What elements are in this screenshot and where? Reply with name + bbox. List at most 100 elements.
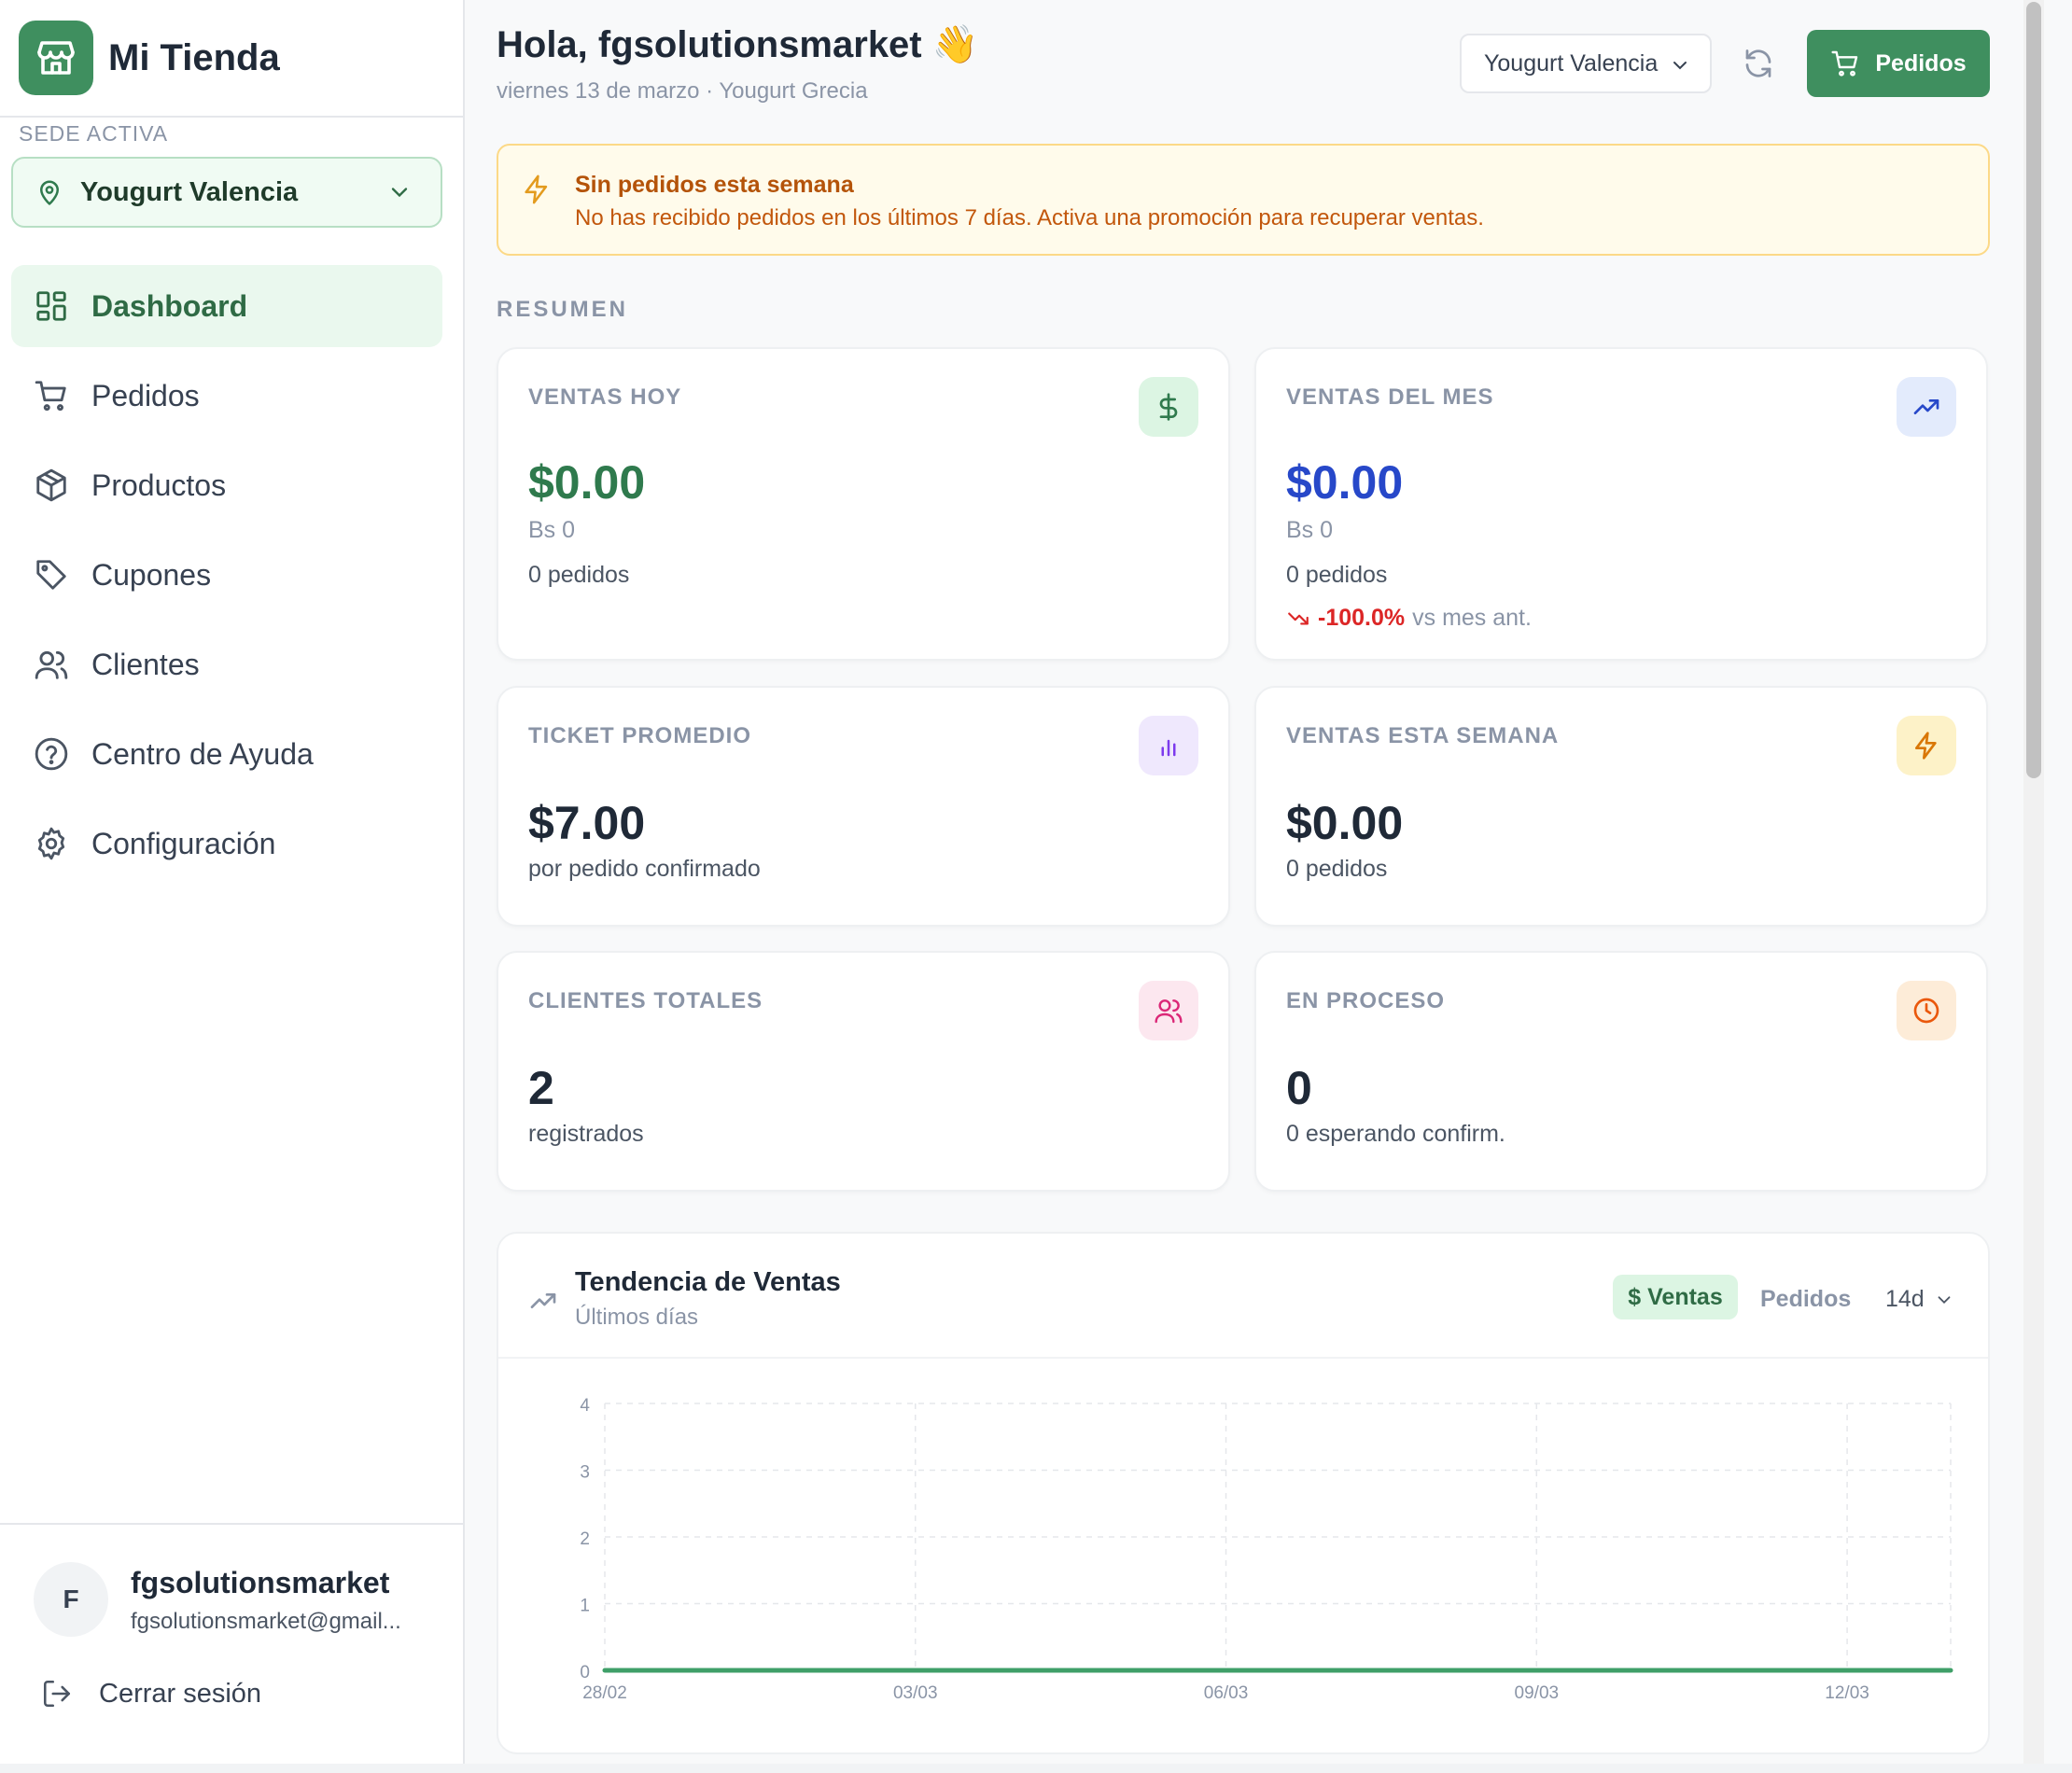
sidebar-item-label: Configuración <box>91 826 276 860</box>
lightning-icon <box>525 175 548 204</box>
cart-icon <box>1831 50 1858 77</box>
range-select-value: 14d <box>1885 1286 1925 1312</box>
avatar[interactable]: F <box>34 1562 108 1637</box>
sidebar-footer: F fgsolutionsmarket fgsolutionsmarket@gm… <box>0 1523 463 1764</box>
card-line1: Bs 0 <box>528 517 576 543</box>
sidebar-item-dashboard[interactable]: Dashboard <box>11 265 442 347</box>
card-line2: 0 pedidos <box>1286 562 1388 588</box>
card-label: VENTAS ESTA SEMANA <box>1286 723 1560 748</box>
card-ventas-del-mes: VENTAS DEL MES $0.00 Bs 0 0 pedidos -100… <box>1254 347 1988 661</box>
alert-title: Sin pedidos esta semana <box>575 172 854 198</box>
sidebar-item-productos[interactable]: Productos <box>11 444 442 526</box>
card-label: VENTAS DEL MES <box>1286 384 1494 410</box>
pedidos-button[interactable]: Pedidos <box>1807 30 1990 97</box>
chart-subtitle: Últimos días <box>575 1305 699 1330</box>
tab-ventas[interactable]: $ Ventas <box>1613 1275 1738 1319</box>
alert-banner: Sin pedidos esta semana No has recibido … <box>497 144 1990 256</box>
trend-value: -100.0% <box>1318 605 1406 631</box>
trend-indicator: -100.0% vs mes ant. <box>1286 605 1532 632</box>
scrollbar[interactable] <box>2023 0 2044 1764</box>
location-pin-icon <box>40 180 59 205</box>
sales-line-chart: 0 1 2 3 4 28/02 03/03 06/03 09/03 12/03 <box>580 1396 1953 1703</box>
card-value: $0.00 <box>528 456 646 509</box>
gear-icon <box>37 827 65 860</box>
x-tick-label: 09/03 <box>1515 1683 1560 1703</box>
card-line2: 0 pedidos <box>528 562 630 588</box>
card-ventas-hoy: VENTAS HOY $0.00 Bs 0 0 pedidos <box>497 347 1230 661</box>
card-value: $0.00 <box>1286 797 1404 849</box>
brand: Mi Tienda <box>0 0 463 118</box>
chart-header: Tendencia de Ventas Últimos días $ Venta… <box>498 1234 1988 1359</box>
card-line1: Bs 0 <box>1286 517 1334 543</box>
card-value: 2 <box>528 1062 554 1114</box>
card-value: 0 <box>1286 1062 1312 1114</box>
lightning-icon <box>1897 716 1956 775</box>
section-title: RESUMEN <box>497 297 629 322</box>
sales-trend-card: Tendencia de Ventas Últimos días $ Venta… <box>497 1232 1990 1754</box>
refresh-icon <box>1745 49 1771 77</box>
alert-description: No has recibido pedidos en los últimos 7… <box>575 205 1484 230</box>
card-line1: por pedido confirmado <box>528 856 761 882</box>
page-subtitle: viernes 13 de marzo · Yougurt Grecia <box>497 78 868 104</box>
sidebar-item-label: Centro de Ayuda <box>91 736 314 771</box>
card-ticket-promedio: TICKET PROMEDIO $7.00 por pedido confirm… <box>497 686 1230 927</box>
box-icon <box>36 468 66 502</box>
chevron-down-icon <box>391 188 408 198</box>
sidebar: Mi Tienda SEDE ACTIVA Yougurt Valencia D… <box>0 0 465 1764</box>
card-ventas-esta-semana: VENTAS ESTA SEMANA $0.00 0 pedidos <box>1254 686 1988 927</box>
trending-down-icon <box>1288 612 1309 624</box>
refresh-button[interactable] <box>1742 47 1775 85</box>
card-value: $7.00 <box>528 797 646 849</box>
card-label: VENTAS HOY <box>528 384 682 410</box>
store-select-value: Yougurt Valencia <box>1484 49 1659 77</box>
sidebar-item-label: Clientes <box>91 647 200 681</box>
tab-pedidos[interactable]: Pedidos <box>1760 1286 1851 1313</box>
sidebar-item-centro-de-ayuda[interactable]: Centro de Ayuda <box>11 713 442 795</box>
sidebar-item-configuracion[interactable]: Configuración <box>11 803 442 885</box>
sidebar-nav: Dashboard Pedidos Productos Cupones Clie… <box>11 265 442 892</box>
sidebar-item-clientes[interactable]: Clientes <box>11 623 442 705</box>
tag-icon <box>36 560 66 590</box>
chart-title: Tendencia de Ventas <box>575 1267 841 1297</box>
brand-name: Mi Tienda <box>108 36 280 78</box>
sidebar-item-pedidos[interactable]: Pedidos <box>11 355 442 437</box>
sidebar-item-label: Pedidos <box>91 378 200 412</box>
dashboard-grid-icon <box>36 291 66 321</box>
cart-icon <box>35 381 66 412</box>
card-label: EN PROCESO <box>1286 988 1446 1013</box>
chevron-down-icon <box>1938 1295 1951 1304</box>
range-select[interactable]: 14d <box>1885 1286 1954 1313</box>
logout-icon <box>43 1680 71 1708</box>
clock-icon <box>1897 981 1956 1040</box>
x-tick-label: 28/02 <box>582 1683 627 1703</box>
users-icon <box>1139 981 1198 1040</box>
card-line1: 0 esperando confirm. <box>1286 1121 1505 1147</box>
sidebar-item-cupones[interactable]: Cupones <box>11 534 442 616</box>
card-en-proceso: EN PROCESO 0 0 esperando confirm. <box>1254 951 1988 1192</box>
bottom-strip <box>0 1764 2072 1773</box>
trending-up-icon <box>530 1293 556 1308</box>
bar-chart-icon <box>1139 716 1198 775</box>
sede-select[interactable]: Yougurt Valencia <box>11 157 442 228</box>
logout-label: Cerrar sesión <box>99 1678 262 1709</box>
users-icon <box>35 650 68 679</box>
sede-select-value: Yougurt Valencia <box>80 176 299 207</box>
sidebar-item-label: Productos <box>91 468 227 502</box>
chevron-down-icon <box>1673 62 1687 70</box>
y-tick-label: 1 <box>580 1597 590 1616</box>
scrollbar-thumb[interactable] <box>2026 2 2041 778</box>
x-tick-label: 03/03 <box>893 1683 938 1703</box>
y-tick-label: 3 <box>580 1463 590 1483</box>
card-line1: 0 pedidos <box>1286 856 1388 882</box>
store-select[interactable]: Yougurt Valencia <box>1460 34 1712 93</box>
user-email: fgsolutionsmarket@gmail... <box>131 1609 401 1634</box>
card-label: CLIENTES TOTALES <box>528 988 763 1013</box>
dollar-icon <box>1139 377 1198 437</box>
user-name: fgsolutionsmarket <box>131 1566 390 1599</box>
trending-up-icon <box>1897 377 1956 437</box>
sidebar-item-label: Cupones <box>91 557 212 592</box>
y-tick-label: 0 <box>580 1663 590 1682</box>
x-tick-label: 12/03 <box>1825 1683 1869 1703</box>
card-clientes-totales: CLIENTES TOTALES 2 registrados <box>497 951 1230 1192</box>
logout-button[interactable]: Cerrar sesión <box>41 1678 261 1710</box>
